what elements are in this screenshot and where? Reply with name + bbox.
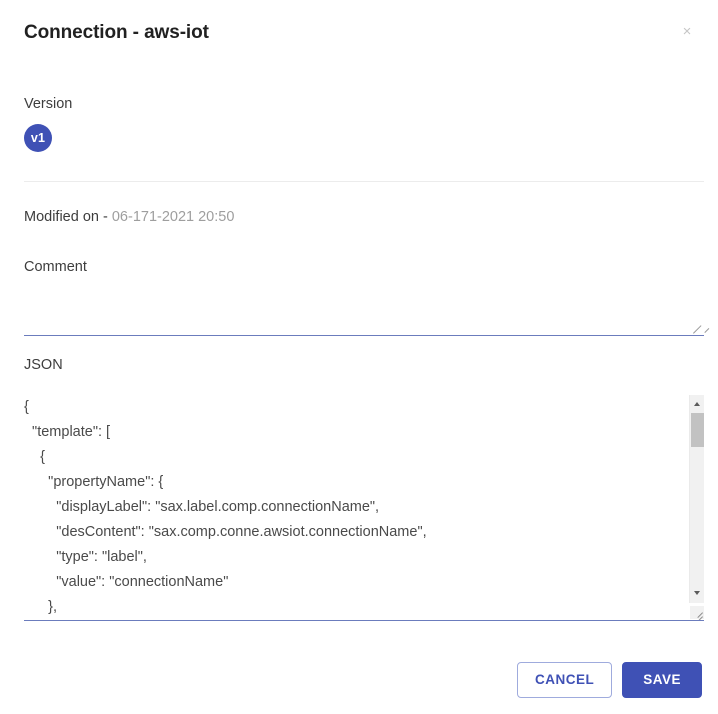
section-divider	[24, 181, 704, 182]
modified-on-row: Modified on - 06-171-2021 20:50	[24, 208, 234, 226]
page-title: Connection - aws-iot	[24, 22, 209, 43]
scrollbar-thumb[interactable]	[691, 413, 704, 447]
version-chip-v1[interactable]: v1	[24, 124, 52, 152]
version-section: Version v1	[24, 95, 72, 152]
dialog-header: Connection - aws-iot ×	[24, 18, 694, 52]
comment-input[interactable]	[24, 290, 704, 336]
chevron-up-icon[interactable]	[690, 397, 704, 411]
json-resize-handle-icon[interactable]	[690, 606, 704, 620]
json-label: JSON	[24, 357, 63, 373]
modified-on-label: Modified on -	[24, 209, 108, 225]
comment-label: Comment	[24, 259, 87, 275]
close-icon[interactable]: ×	[676, 21, 698, 43]
json-editor[interactable]: { "template": [ { "propertyName": { "dis…	[24, 395, 704, 621]
connection-dialog: Connection - aws-iot × Version v1 Modifi…	[0, 0, 718, 714]
version-label: Version	[24, 96, 73, 112]
comment-section: Comment	[24, 258, 710, 336]
chevron-down-icon[interactable]	[690, 586, 704, 600]
json-section: JSON { "template": [ { "propertyName": {…	[24, 356, 704, 621]
json-content[interactable]: { "template": [ { "propertyName": { "dis…	[24, 395, 684, 620]
save-button[interactable]: SAVE	[622, 662, 702, 698]
cancel-button[interactable]: CANCEL	[516, 662, 613, 698]
json-scrollbar[interactable]	[689, 395, 704, 603]
modified-on-value: 06-171-2021 20:50	[111, 209, 235, 225]
dialog-footer: CANCEL SAVE	[516, 662, 702, 698]
